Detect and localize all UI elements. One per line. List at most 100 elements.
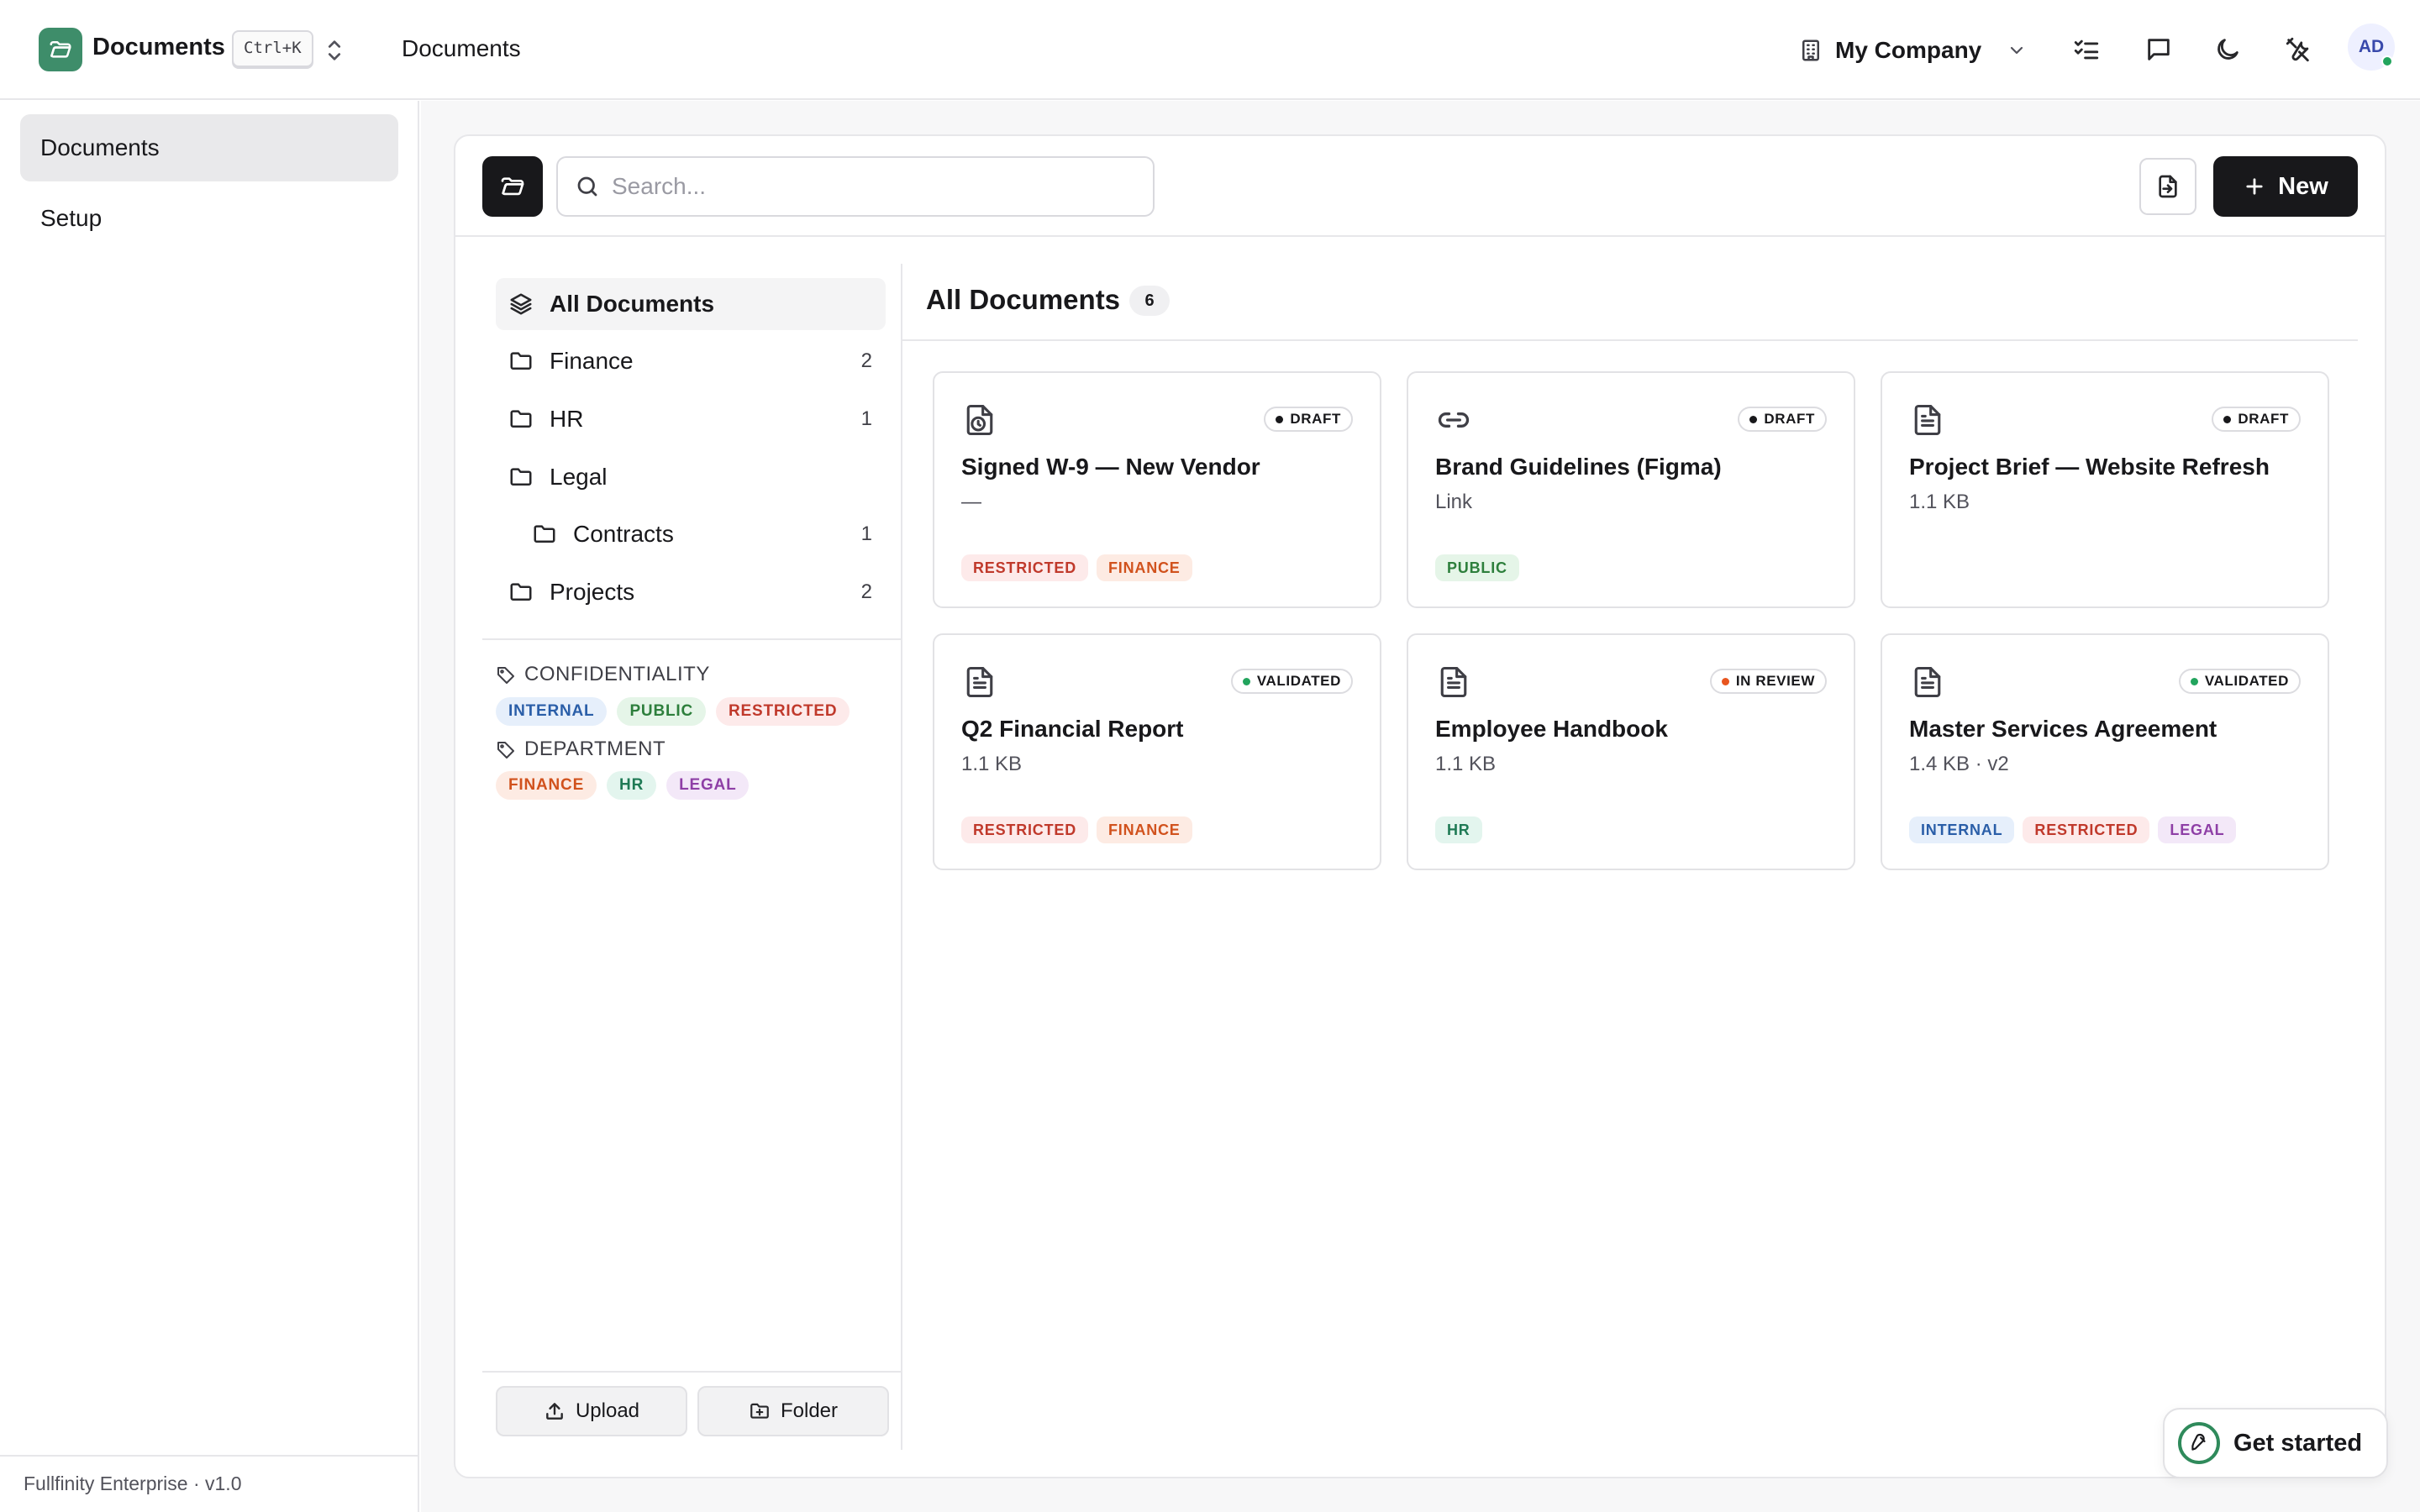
document-tags: RESTRICTED FINANCE	[961, 816, 1192, 843]
document-meta: 1.1 KB	[1435, 753, 1497, 775]
checklist-icon[interactable]	[2070, 34, 2102, 66]
get-started-label: Get started	[2233, 1429, 2363, 1457]
folder-icon	[508, 406, 534, 433]
file-text-icon	[1909, 664, 1946, 701]
tree-item-label: Legal	[550, 464, 608, 490]
new-document-button[interactable]: New	[2213, 156, 2358, 217]
document-meta: Link	[1435, 491, 1473, 513]
tag-icon	[497, 667, 514, 684]
facet-title-department: DEPARTMENT	[496, 738, 666, 761]
confidentiality-tags: INTERNAL PUBLIC RESTRICTED	[496, 697, 850, 726]
sidebar: Documents Setup Fullfinity Enterprise · …	[0, 101, 419, 1512]
tree-item-label: Contracts	[573, 521, 674, 547]
document-card[interactable]: DRAFT Project Brief — Website Refresh 1.…	[1881, 371, 2329, 608]
folder-view-button[interactable]	[482, 156, 543, 217]
document-tags: HR	[1435, 816, 1482, 843]
shortcut-hint: Ctrl+K	[232, 30, 313, 67]
breadcrumb[interactable]: Documents	[402, 35, 521, 62]
get-started-button[interactable]: Get started	[2163, 1408, 2388, 1478]
status-badge: VALIDATED	[2178, 669, 2301, 694]
document-title: Q2 Financial Report	[961, 716, 1184, 742]
document-card[interactable]: VALIDATED Master Services Agreement 1.4 …	[1881, 633, 2329, 870]
company-switcher[interactable]: My Company	[1798, 30, 2027, 71]
file-text-icon	[1435, 664, 1472, 701]
document-tags: RESTRICTED FINANCE	[961, 554, 1192, 581]
upload-button[interactable]: Upload	[496, 1386, 687, 1436]
search-input[interactable]	[612, 173, 1116, 200]
tree-item-label: Projects	[550, 579, 635, 605]
app-name: Documents	[92, 34, 225, 60]
document-title: Brand Guidelines (Figma)	[1435, 454, 1722, 480]
status-badge: IN REVIEW	[1709, 669, 1827, 694]
upload-icon	[546, 1403, 563, 1420]
app-version: Fullfinity Enterprise · v1.0	[0, 1455, 419, 1512]
import-button[interactable]	[2139, 158, 2196, 215]
tree-item-label: All Documents	[550, 291, 715, 317]
tag-restricted: RESTRICTED	[961, 554, 1089, 581]
folder-icon	[531, 521, 558, 548]
tree-item-label: Finance	[550, 348, 634, 374]
tag-hr[interactable]: HR	[607, 771, 657, 800]
tree-bottom-divider	[482, 1371, 901, 1373]
tag-restricted[interactable]: RESTRICTED	[715, 697, 850, 726]
tree-item-projects[interactable]: Projects 2	[496, 566, 886, 618]
link-icon	[1435, 402, 1472, 438]
moon-icon[interactable]	[2212, 34, 2244, 66]
document-meta: 1.1 KB	[1909, 491, 1970, 513]
plus-icon	[2246, 178, 2263, 195]
content-title: All Documents	[926, 284, 1121, 315]
document-meta: 1.1 KB	[961, 753, 1023, 775]
file-text-icon	[961, 664, 998, 701]
tree-item-count: 1	[860, 522, 872, 545]
tree-item-label: HR	[550, 406, 584, 432]
folder-icon	[508, 579, 534, 606]
search-box[interactable]	[556, 156, 1155, 217]
file-import-icon	[2159, 175, 2177, 198]
tag-legal: LEGAL	[2158, 816, 2237, 843]
facet-title-confidentiality: CONFIDENTIALITY	[496, 663, 710, 686]
document-title: Signed W-9 — New Vendor	[961, 454, 1260, 480]
tree-item-count: 2	[860, 580, 872, 603]
tag-restricted: RESTRICTED	[2023, 816, 2150, 843]
tree-item-all-documents[interactable]: All Documents	[496, 278, 886, 330]
document-card[interactable]: DRAFT Signed W-9 — New Vendor — RESTRICT…	[933, 371, 1381, 608]
tree-item-count: 1	[860, 407, 872, 430]
new-button-label: New	[2278, 172, 2328, 200]
tag-legal[interactable]: LEGAL	[666, 771, 750, 800]
document-count-badge: 6	[1129, 286, 1170, 316]
status-badge: DRAFT	[2212, 407, 2301, 432]
tag-internal[interactable]: INTERNAL	[496, 697, 608, 726]
tree-item-contracts[interactable]: Contracts 1	[496, 508, 886, 560]
tag-public: PUBLIC	[1435, 554, 1519, 581]
document-card[interactable]: DRAFT Brand Guidelines (Figma) Link PUBL…	[1407, 371, 1855, 608]
document-meta: —	[961, 491, 981, 513]
document-title: Project Brief — Website Refresh	[1909, 454, 2270, 480]
sidebar-item-documents[interactable]: Documents	[20, 114, 398, 181]
app-logo[interactable]	[39, 28, 82, 71]
document-meta: 1.4 KB · v2	[1909, 753, 2009, 775]
chat-icon[interactable]	[2143, 34, 2175, 66]
tools-icon[interactable]	[2282, 34, 2314, 66]
new-folder-button[interactable]: Folder	[697, 1386, 889, 1436]
department-tags: FINANCE HR LEGAL	[496, 771, 750, 800]
document-title: Employee Handbook	[1435, 716, 1668, 742]
rocket-icon	[2178, 1422, 2220, 1464]
document-card[interactable]: IN REVIEW Employee Handbook 1.1 KB HR	[1407, 633, 1855, 870]
tag-finance: FINANCE	[1097, 554, 1192, 581]
folder-icon	[508, 464, 534, 491]
sidebar-item-setup[interactable]: Setup	[20, 185, 398, 252]
tree-item-finance[interactable]: Finance 2	[496, 335, 886, 387]
folder-open-icon	[501, 177, 524, 196]
layers-icon	[508, 291, 534, 318]
tree-item-legal[interactable]: Legal	[496, 451, 886, 503]
tag-finance[interactable]: FINANCE	[496, 771, 597, 800]
chevron-down-icon	[2011, 46, 2023, 55]
chevron-up-down-icon[interactable]	[323, 37, 346, 64]
tag-public[interactable]: PUBLIC	[617, 697, 706, 726]
document-card[interactable]: VALIDATED Q2 Financial Report 1.1 KB RES…	[933, 633, 1381, 870]
tree-item-count: 2	[860, 349, 872, 372]
document-title: Master Services Agreement	[1909, 716, 2217, 742]
folder-open-icon	[50, 41, 71, 58]
tree-item-hr[interactable]: HR 1	[496, 393, 886, 445]
document-tags: INTERNAL RESTRICTED LEGAL	[1909, 816, 2237, 843]
